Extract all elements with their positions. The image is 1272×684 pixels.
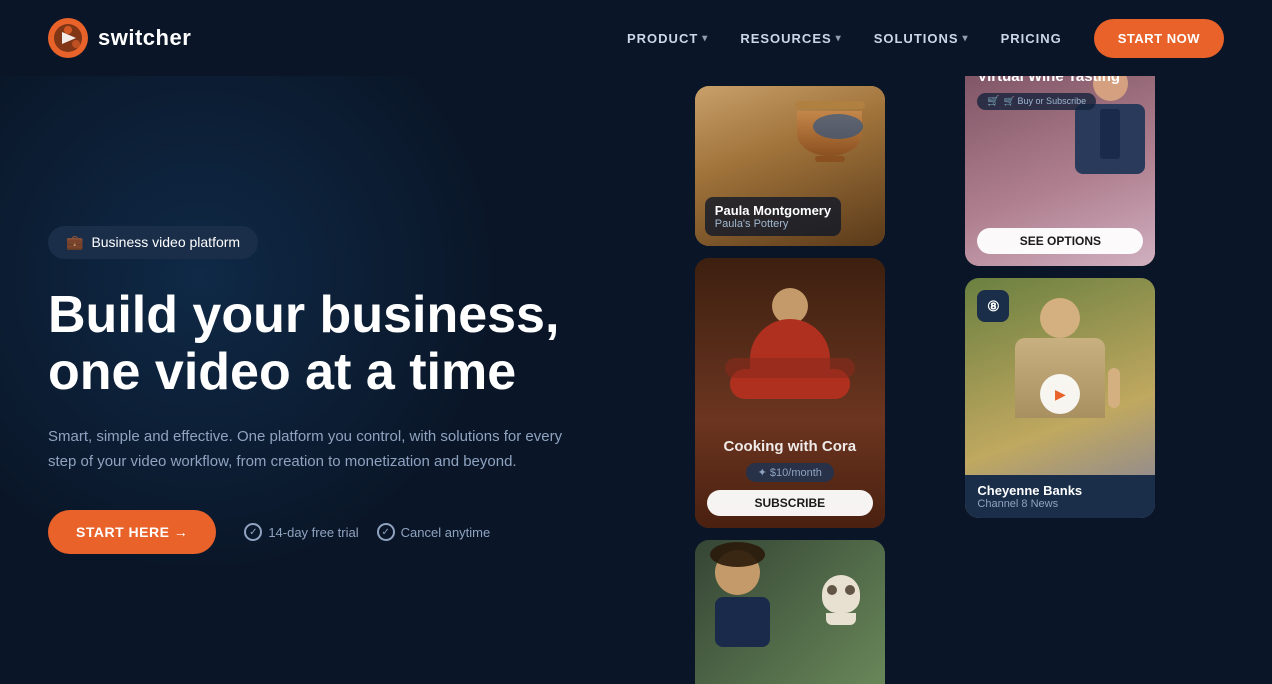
hero-badge: 💼 Business video platform bbox=[48, 226, 258, 259]
briefcase-icon: 💼 bbox=[66, 234, 83, 251]
wine-see-options-button[interactable]: SEE OPTIONS bbox=[977, 228, 1143, 254]
hero-section: 💼 Business video platform Build your bus… bbox=[0, 76, 1272, 684]
hero-content: 💼 Business video platform Build your bus… bbox=[48, 76, 695, 684]
cooking-subscribe-button[interactable]: SUBSCRIBE bbox=[707, 490, 873, 516]
cards-column-left: Paula Montgomery Paula's Pottery bbox=[695, 86, 954, 684]
cta-row: START HERE → ✓ 14-day free trial ✓ Cance… bbox=[48, 510, 695, 554]
chevron-down-icon: ▾ bbox=[963, 33, 969, 44]
card-wine: Virtual Wine Tasting 🛒 🛒 Buy or Subscrib… bbox=[965, 76, 1155, 266]
trust-items: ✓ 14-day free trial ✓ Cancel anytime bbox=[244, 523, 490, 541]
trust-item-trial: ✓ 14-day free trial bbox=[244, 523, 358, 541]
navbar: switcher PRODUCT ▾ RESOURCES ▾ SOLUTIONS… bbox=[0, 0, 1272, 76]
check-icon: ✓ bbox=[244, 523, 262, 541]
hero-title: Build your business, one video at a time bbox=[48, 287, 695, 401]
nav-resources[interactable]: RESOURCES ▾ bbox=[740, 31, 841, 46]
hero-cards: Paula Montgomery Paula's Pottery bbox=[695, 76, 1224, 684]
card-news: ⑧ ▶ Cheyenne Banks Channel 8 News bbox=[965, 278, 1155, 518]
cards-column-right: Virtual Wine Tasting 🛒 🛒 Buy or Subscrib… bbox=[965, 76, 1224, 518]
play-icon: ▶ bbox=[1055, 386, 1066, 403]
logo-icon bbox=[48, 18, 88, 58]
cart-icon: 🛒 bbox=[987, 96, 999, 107]
logo[interactable]: switcher bbox=[48, 18, 191, 58]
channel-icon: ⑧ bbox=[987, 298, 1000, 315]
start-now-button[interactable]: START NOW bbox=[1094, 19, 1224, 58]
card-pottery: Paula Montgomery Paula's Pottery bbox=[695, 86, 885, 246]
hero-description: Smart, simple and effective. One platfor… bbox=[48, 425, 568, 475]
nav-solutions[interactable]: SOLUTIONS ▾ bbox=[874, 31, 969, 46]
nav-product[interactable]: PRODUCT ▾ bbox=[627, 31, 708, 46]
news-channel-badge: ⑧ bbox=[977, 290, 1009, 322]
cooking-price: ✦ $10/month bbox=[746, 463, 834, 482]
pottery-name: Paula Montgomery bbox=[715, 203, 831, 218]
cooking-title: Cooking with Cora bbox=[724, 438, 857, 455]
art-skull-visual bbox=[822, 575, 860, 625]
art-person-visual bbox=[715, 550, 770, 647]
wine-buy-badge: 🛒 🛒 Buy or Subscribe bbox=[977, 93, 1096, 110]
nav-links: PRODUCT ▾ RESOURCES ▾ SOLUTIONS ▾ PRICIN… bbox=[627, 19, 1224, 58]
wine-title: Virtual Wine Tasting bbox=[977, 76, 1143, 85]
start-here-button[interactable]: START HERE → bbox=[48, 510, 216, 554]
pottery-info: Paula Montgomery Paula's Pottery bbox=[705, 197, 841, 236]
wine-overlay: Virtual Wine Tasting 🛒 🛒 Buy or Subscrib… bbox=[977, 76, 1143, 110]
card-art bbox=[695, 540, 885, 684]
card-cooking: Cooking with Cora ✦ $10/month SUBSCRIBE bbox=[695, 258, 885, 528]
check-icon: ✓ bbox=[377, 523, 395, 541]
chevron-down-icon: ▾ bbox=[836, 33, 842, 44]
news-footer: Cheyenne Banks Channel 8 News bbox=[965, 475, 1155, 518]
news-channel-name: Channel 8 News bbox=[977, 498, 1143, 510]
cooking-person-visual bbox=[750, 288, 830, 399]
news-anchor-name: Cheyenne Banks bbox=[977, 483, 1143, 498]
brand-name: switcher bbox=[98, 25, 191, 51]
pottery-channel: Paula's Pottery bbox=[715, 218, 831, 230]
badge-text: Business video platform bbox=[91, 234, 240, 250]
news-play-button[interactable]: ▶ bbox=[1040, 374, 1080, 414]
trust-item-cancel: ✓ Cancel anytime bbox=[377, 523, 491, 541]
nav-pricing[interactable]: PRICING bbox=[1001, 31, 1062, 46]
chevron-down-icon: ▾ bbox=[702, 33, 708, 44]
